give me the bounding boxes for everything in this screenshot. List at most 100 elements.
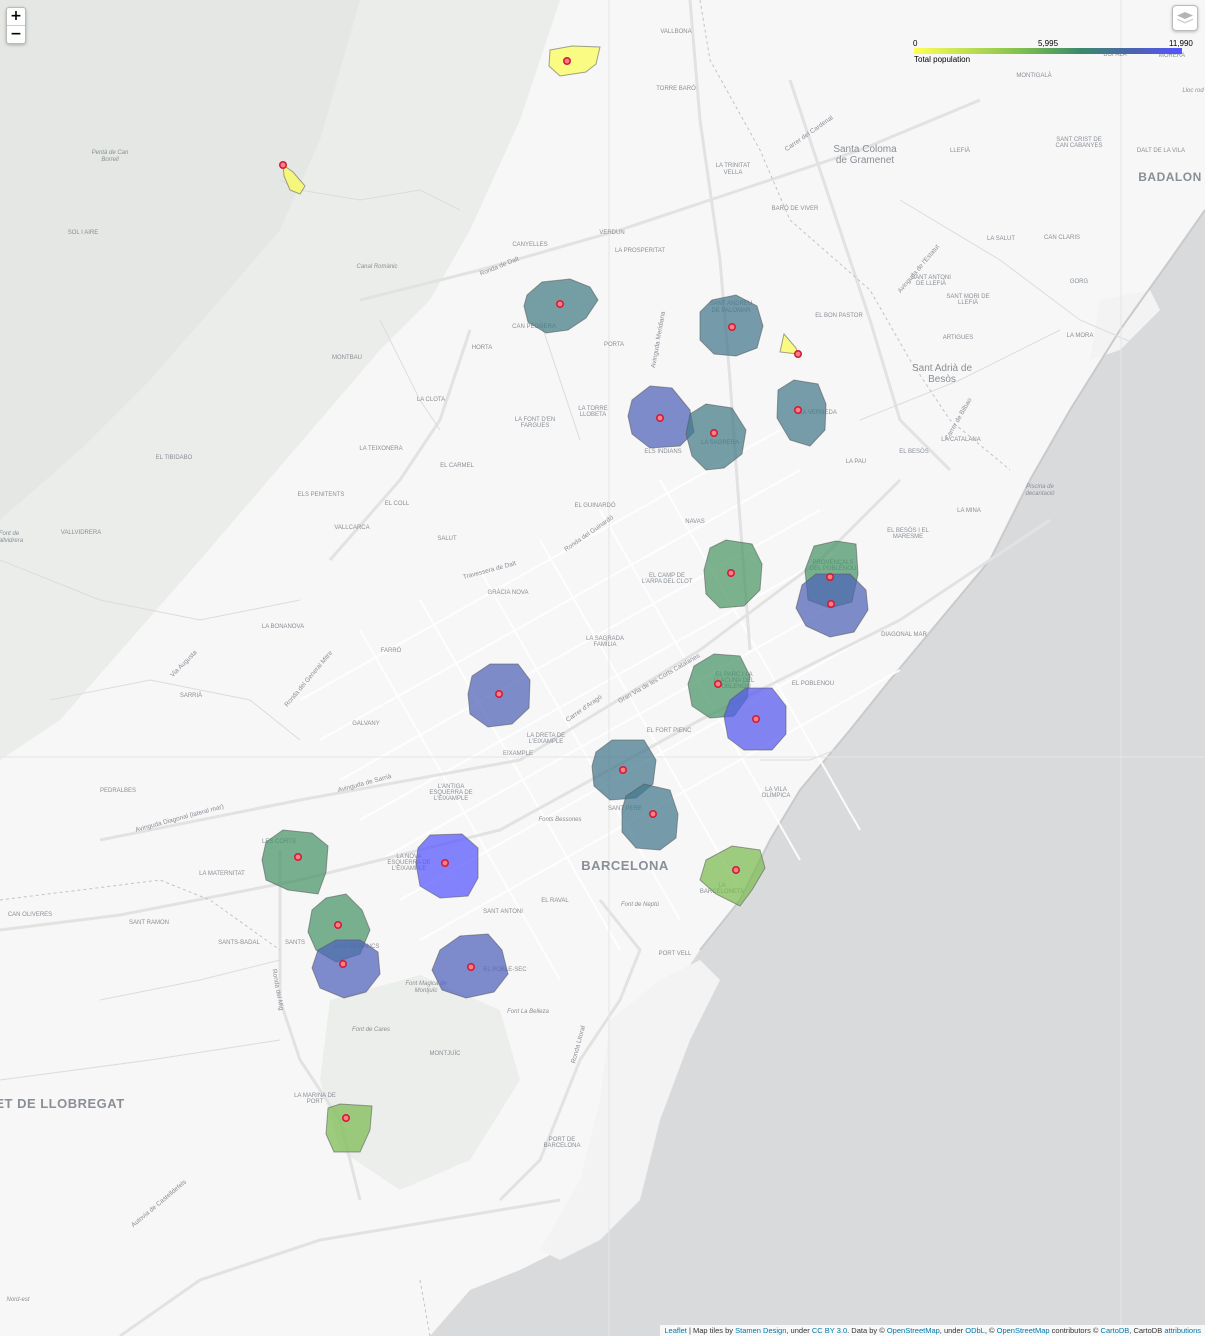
legend-mid: 5,995 <box>1038 39 1059 48</box>
zoom-out-button[interactable]: − <box>7 25 25 43</box>
place-label: EL COLL <box>385 501 410 507</box>
zoom-control: + − <box>6 7 26 44</box>
centroid-marker[interactable] <box>727 322 736 331</box>
place-label: Pentà de Can <box>92 150 129 156</box>
place-label: PORT VELL <box>659 951 692 957</box>
place-label: LLOBETA <box>580 412 607 418</box>
centroid-marker[interactable] <box>793 349 802 358</box>
centroid-marker[interactable] <box>278 161 287 170</box>
place-label: LA MATERNITAT <box>199 871 245 877</box>
place-label: Font de <box>0 531 20 537</box>
place-label: LA PAU <box>846 459 867 465</box>
ccby-link[interactable]: CC BY 3.0 <box>812 1326 847 1335</box>
attr-text-4: , under <box>939 1326 966 1335</box>
centroid-marker[interactable] <box>826 599 835 608</box>
place-label: SOL I AIRE <box>68 230 98 236</box>
centroid-marker[interactable] <box>333 920 342 929</box>
place-label: LA TEIXONERA <box>359 446 402 452</box>
centroid-marker[interactable] <box>618 765 627 774</box>
place-label: GRÀCIA NOVA <box>488 589 529 596</box>
legend-max: 11,990 <box>1169 39 1193 48</box>
place-label: LA PROSPERITAT <box>615 248 665 254</box>
place-label: Piscina de <box>1026 484 1054 490</box>
population-region[interactable] <box>621 783 679 851</box>
centroid-marker[interactable] <box>562 56 571 65</box>
osm-link[interactable]: OpenStreetMap <box>887 1326 940 1335</box>
place-label: Montjuïc <box>415 988 438 994</box>
place-label: ELS PENITENTS <box>298 492 345 498</box>
centroid-marker[interactable] <box>726 568 735 577</box>
place-label: Besòs <box>928 374 956 385</box>
place-label: OLÍMPICA <box>762 792 791 799</box>
place-label: DALT DE LA VILA <box>1137 148 1185 154</box>
place-label: Font La Belleza <box>507 1009 549 1015</box>
layers-icon <box>1177 12 1193 24</box>
place-label: Fonts Bessones <box>538 817 581 823</box>
place-label: EL TIBIDABO <box>156 455 193 461</box>
place-label: LA MINA <box>957 508 981 514</box>
place-label: L'EIXAMPLE <box>529 739 564 745</box>
place-label: BARCELONA <box>581 858 669 873</box>
place-label: MONTBAU <box>332 355 362 361</box>
place-label: SALUT <box>437 536 457 542</box>
place-label: BADALON <box>1138 170 1202 184</box>
map-canvas[interactable]: BARCELONA BADALON ET DE LLOBREGAT Santa Col… <box>0 0 1205 1336</box>
legend-min: 0 <box>913 39 918 48</box>
place-label: L'ARPA DEL CLOT <box>642 579 693 585</box>
place-label: EL RAVAL <box>541 898 569 904</box>
osm-contributors-link[interactable]: OpenStreetMap <box>997 1326 1050 1335</box>
attr-text-6: contributors © <box>1049 1326 1101 1335</box>
cartodb-link[interactable]: CartoDB <box>1101 1326 1130 1335</box>
attr-text-5: , © <box>984 1326 997 1335</box>
place-label: LA CLOTA <box>417 397 445 403</box>
attr-text-2: , under <box>786 1326 812 1335</box>
place-label: LLEFIÀ <box>950 147 970 154</box>
centroid-marker[interactable] <box>713 679 722 688</box>
place-label: Nord-est <box>6 1297 29 1303</box>
place-label: EL BON PASTOR <box>815 313 863 319</box>
place-label: LLEFIÀ <box>958 299 978 306</box>
centroid-marker[interactable] <box>751 714 760 723</box>
place-label: EL CARMEL <box>440 463 474 469</box>
place-label: BARCELONA <box>543 1143 580 1149</box>
centroid-marker[interactable] <box>825 572 834 581</box>
attr-text-3: . Data by © <box>847 1326 887 1335</box>
centroid-marker[interactable] <box>341 1114 350 1123</box>
centroid-marker[interactable] <box>555 299 564 308</box>
place-label: NAVAS <box>685 519 704 525</box>
centroid-marker[interactable] <box>731 865 740 874</box>
leaflet-link[interactable]: Leaflet <box>664 1326 687 1335</box>
place-label: DE LLEFIÀ <box>916 280 946 287</box>
centroid-marker[interactable] <box>793 405 802 414</box>
place-label: VALLBONA <box>660 29 691 35</box>
centroid-marker[interactable] <box>709 428 718 437</box>
place-label: SANTS-BADAL <box>218 940 260 946</box>
place-label: ARTIGUES <box>943 335 974 341</box>
attr-text-7: , CartoDB <box>1129 1326 1165 1335</box>
centroid-marker[interactable] <box>293 852 302 861</box>
layers-control-button[interactable] <box>1172 5 1198 31</box>
population-legend: 0 5,995 11,990 Total population <box>913 39 1193 67</box>
attributions-link[interactable]: attributions <box>1164 1326 1201 1335</box>
centroid-marker[interactable] <box>655 413 664 422</box>
centroid-marker[interactable] <box>440 858 449 867</box>
odbl-link[interactable]: ODbL <box>965 1326 985 1335</box>
stamen-link[interactable]: Stamen Design <box>735 1326 786 1335</box>
place-label: ET DE LLOBREGAT <box>0 1096 125 1111</box>
place-label: SARRIÀ <box>180 692 202 699</box>
map-view[interactable]: BARCELONA BADALON ET DE LLOBREGAT Santa Col… <box>0 0 1205 1336</box>
place-label: EL BESÒS I EL <box>887 527 929 534</box>
centroid-marker[interactable] <box>648 809 657 818</box>
centroid-marker[interactable] <box>338 959 347 968</box>
place-label: EL GUINARDÓ <box>574 502 615 509</box>
place-label: L'EIXAMPLE <box>434 796 469 802</box>
legend-caption: Total population <box>914 55 971 64</box>
place-label: MARESME <box>893 534 923 540</box>
place-label: EL FORT PIENC <box>647 728 693 734</box>
zoom-in-button[interactable]: + <box>7 8 25 25</box>
centroid-marker[interactable] <box>466 962 475 971</box>
place-label: PORTA <box>604 342 624 348</box>
centroid-marker[interactable] <box>494 689 503 698</box>
place-label: FAMÍLIA <box>593 641 616 648</box>
place-label: PORT <box>307 1099 324 1105</box>
